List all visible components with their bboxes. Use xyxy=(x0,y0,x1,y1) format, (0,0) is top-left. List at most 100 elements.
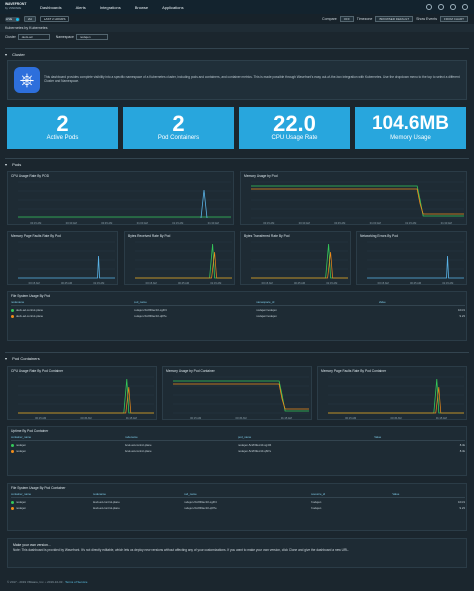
wavefront-logo[interactable]: WAVEFRONT by VMWARE xyxy=(0,3,36,10)
column-header[interactable]: Value xyxy=(379,300,465,304)
table-fs-by-container[interactable]: File System Usage By Pod Container conta… xyxy=(7,483,467,531)
x-tick-label: 00:15 AM xyxy=(146,281,157,285)
help-icon[interactable] xyxy=(438,4,444,10)
column-header[interactable]: pod_name xyxy=(238,435,374,439)
column-header[interactable]: Value xyxy=(392,492,465,496)
chart-pagefaults-by-pod[interactable]: Memory Page Faults Rate By Pod 00:15 AM 0… xyxy=(7,231,118,285)
chart-bytes-received-by-pod[interactable]: Bytes Received Rate By Pod 00:15 AM 00:45… xyxy=(124,231,235,285)
chart-memory-by-pod[interactable]: Memory Usage by Pod 00:15 AM 00:30 AM 00:4… xyxy=(240,171,467,225)
section-title: Pod Containers xyxy=(12,356,40,361)
x-tick-label: 00:45 AM xyxy=(391,416,402,420)
interval-button[interactable]: 2H xyxy=(24,16,36,22)
stat-label: CPU Usage Rate xyxy=(271,135,318,141)
x-tick-label: 01:30 AM xyxy=(208,221,219,225)
x-tick-label: 01:15 AM xyxy=(442,281,453,285)
stat-card-memory-usage[interactable]: 104.6MB Memory Usage xyxy=(355,107,466,149)
column-header[interactable]: resource_id xyxy=(311,492,393,496)
cpu-sparkline xyxy=(239,142,350,149)
chart-cpu-by-pod[interactable]: CPU Usage Rate By POD 00:15 AM 00:30 AM 00… xyxy=(7,171,234,225)
chart-plot: 00:15 AM 00:30 AM 00:45 AM 01:00 AM 01:15 AM… xyxy=(251,181,464,225)
x-tick-label: 00:15 AM xyxy=(35,416,46,420)
x-tick-label: 00:45 AM xyxy=(178,281,189,285)
table-cell: devk-ad-control-plane xyxy=(92,506,120,510)
chart-memory-by-container[interactable]: Memory Usage by Pod Container 00:15 AM 00… xyxy=(162,366,312,420)
chart-network-errors-by-pod[interactable]: Networking Errors By Pod 00:15 AM 00:45 A… xyxy=(356,231,467,285)
table-title: File System Usage By Pod Container xyxy=(11,486,66,490)
time-range-selector[interactable]: LAST 2 HOURS xyxy=(39,16,70,22)
table-uptime-by-container[interactable]: Uptime By Pod Container container_name no… xyxy=(7,426,467,476)
column-header[interactable]: container_name xyxy=(11,492,93,496)
table-cell: nodejen xyxy=(11,506,93,510)
gear-icon[interactable] xyxy=(450,4,456,10)
footer-copyright: © 2017 - 2019 VMware, Inc. • 2019-10-03 xyxy=(7,580,63,584)
table-cell: 8.4k xyxy=(459,449,465,453)
series-line xyxy=(200,189,208,219)
cluster-label: Cluster xyxy=(5,35,16,39)
chart-plot: 00:15 AM 00:45 AM 01:15 AM xyxy=(251,241,348,285)
nav-item-alerts[interactable]: Alerts xyxy=(76,5,86,10)
x-tick-label: 01:30 AM xyxy=(441,221,452,225)
compare-dropdown[interactable]: OFF xyxy=(339,16,354,22)
cluster-select[interactable]: devk-ad xyxy=(17,34,50,40)
stat-value: 2 xyxy=(172,111,185,136)
fs-cont-table: container_name nodename pod_name resource_i… xyxy=(11,492,465,510)
x-tick-label: 00:15 AM xyxy=(29,281,40,285)
stat-card-cpu-usage-rate[interactable]: 22.0 CPU Usage Rate xyxy=(239,107,350,149)
column-header[interactable]: pod_name xyxy=(134,300,257,304)
column-header[interactable]: namespace_id xyxy=(256,300,379,304)
nav-item-applications[interactable]: Applications xyxy=(162,5,184,10)
namespace-label: Namespace xyxy=(55,35,74,39)
stat-value: 104.6MB xyxy=(371,113,450,134)
section-cluster[interactable]: ▾ Cluster xyxy=(5,48,469,57)
breadcrumb-text[interactable]: Kubernetes by Kubernetes xyxy=(5,26,48,30)
x-tick-label: 00:15 AM xyxy=(30,221,41,225)
table-fs-by-pod[interactable]: File System Usage By Pod nodename pod_nam… xyxy=(7,291,467,341)
x-tick-label: 01:15 AM xyxy=(93,281,104,285)
table-cell: nodejen xyxy=(11,443,125,447)
nav-item-dashboards[interactable]: Dashboards xyxy=(40,5,62,10)
series-line xyxy=(173,383,309,410)
cluster-panel: ⎈ This dashboard provides complete visib… xyxy=(7,60,467,100)
column-header[interactable]: container_name xyxy=(11,435,125,439)
search-icon[interactable] xyxy=(426,4,432,10)
x-tick-label: 00:15 AM xyxy=(262,281,273,285)
series-dot xyxy=(11,506,14,510)
nav-item-browse[interactable]: Browse xyxy=(135,5,148,10)
variables-bar: Cluster devk-ad Namespace nodejen xyxy=(0,32,474,42)
series-line xyxy=(135,243,232,279)
column-header[interactable]: pod_name xyxy=(184,492,311,496)
column-header[interactable]: Value xyxy=(374,435,465,439)
table-cell: devk-ad-control-plane xyxy=(11,314,134,318)
x-tick-label: 00:45 AM xyxy=(61,281,72,285)
table-row: devk-ad-control-plane nodejen-5c2f49ec10-… xyxy=(11,306,465,312)
x-tick-label: 01:15 AM xyxy=(172,221,183,225)
table-cell: 8.4k xyxy=(459,443,465,447)
timezone-dropdown[interactable]: BROWSER DEFAULT xyxy=(375,16,414,22)
section-title: Cluster xyxy=(12,52,25,57)
x-tick-label: 01:15 AM xyxy=(405,221,416,225)
chart-plot: 00:15 AM 00:30 AM 00:45 AM 01:00 AM 01:15 AM… xyxy=(18,181,231,225)
stat-card-active-pods[interactable]: 2 Active Pods xyxy=(7,107,118,149)
stat-card-pod-containers[interactable]: 2 Pod Containers xyxy=(123,107,234,149)
x-tick-label: 01:15 AM xyxy=(126,416,137,420)
section-pods[interactable]: ▾ Pods xyxy=(5,158,469,167)
x-tick-label: 01:00 AM xyxy=(137,221,148,225)
chart-cpu-by-container[interactable]: CPU Usage Rate By Pod Container 00:15 AM… xyxy=(7,366,157,420)
user-icon[interactable] xyxy=(462,4,468,10)
events-dropdown[interactable]: FROM CHART xyxy=(440,16,468,22)
x-tick-label: 01:15 AM xyxy=(436,416,447,420)
column-header[interactable]: nodename xyxy=(125,435,239,439)
kubernetes-icon: ⎈ xyxy=(14,67,40,93)
chart-pagefaults-by-container[interactable]: Memory Page Faults Rate By Pod Container… xyxy=(317,366,467,420)
namespace-select[interactable]: nodejen xyxy=(75,34,108,40)
chart-bytes-transferred-by-pod[interactable]: Bytes Transferred Rate By Pod 00:15 AM 00… xyxy=(240,231,351,285)
terms-link[interactable]: Terms of Service xyxy=(65,580,87,584)
nav-item-integrations[interactable]: Integrations xyxy=(100,5,121,10)
column-header[interactable]: nodename xyxy=(11,300,134,304)
namespace-variable: Namespace nodejen xyxy=(56,34,108,40)
live-toggle[interactable]: LIVE xyxy=(5,16,20,22)
table-cell: nodejen-5c2f49ec10-q6l7e xyxy=(133,314,167,318)
x-tick-label: 00:15 AM xyxy=(190,416,201,420)
section-pod-containers[interactable]: ▾ Pod Containers xyxy=(5,352,469,361)
column-header[interactable]: nodename xyxy=(93,492,184,496)
